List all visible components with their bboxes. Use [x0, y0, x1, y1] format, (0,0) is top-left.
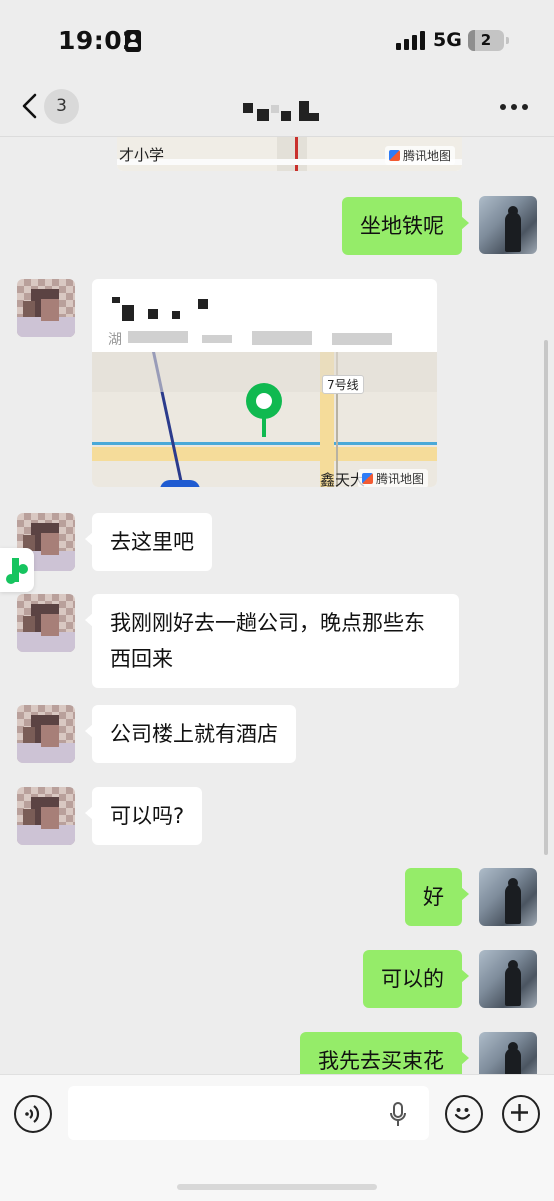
more-options-icon[interactable]: [500, 104, 528, 112]
signal-strength-icon: [396, 30, 426, 50]
back-chevron-icon[interactable]: [18, 92, 42, 120]
smiley-icon: [454, 1108, 471, 1120]
location-address: 湖: [108, 332, 122, 348]
location-map-watermark: 腾讯地图: [358, 469, 429, 487]
message-bubble-incoming[interactable]: 公司楼上就有酒店: [85, 705, 296, 763]
my-avatar[interactable]: [479, 1032, 537, 1074]
contact-avatar[interactable]: [17, 594, 75, 652]
battery-level: 2: [480, 31, 492, 49]
chat-header: 3: [0, 80, 554, 137]
map-place-label: 才小学: [119, 146, 165, 164]
message-bubble-incoming[interactable]: 可以吗?: [84, 787, 203, 845]
message-bubble-outgoing[interactable]: 可以的: [363, 950, 469, 1008]
tencent-map-logo-icon: [362, 473, 373, 484]
message-bubble-incoming[interactable]: 去这里吧: [85, 513, 212, 571]
location-map-watermark-text: 腾讯地图: [376, 472, 425, 486]
battery-icon: 2: [468, 30, 504, 51]
floating-music-tab[interactable]: [0, 548, 34, 592]
map-watermark-text: 腾讯地图: [403, 149, 452, 163]
home-indicator[interactable]: [177, 1184, 377, 1190]
scrollbar[interactable]: [544, 340, 548, 855]
location-pin-icon: [246, 383, 282, 439]
unread-count-badge[interactable]: 3: [44, 89, 79, 124]
tencent-map-logo-icon: [389, 150, 400, 161]
contact-avatar[interactable]: [17, 705, 75, 763]
location-message-card[interactable]: 湖 7号线 鑫天大 腾讯地图: [92, 279, 437, 487]
input-bar: [0, 1074, 554, 1201]
metro-line-label: 7号线: [322, 375, 364, 394]
my-avatar[interactable]: [479, 196, 537, 254]
message-bubble-outgoing[interactable]: 好: [405, 868, 469, 926]
contact-card-icon: [125, 30, 141, 52]
contact-avatar[interactable]: [17, 279, 75, 337]
message-list[interactable]: 才小学 腾讯地图 坐地铁呢 湖 7号线 鑫天大 腾讯地图 去这里吧 我刚刚好去一…: [0, 137, 554, 1074]
network-type: 5G: [433, 29, 462, 51]
voice-input-button[interactable]: [14, 1095, 52, 1133]
message-bubble-outgoing[interactable]: 坐地铁呢: [342, 197, 469, 255]
my-avatar[interactable]: [479, 950, 537, 1008]
chat-title-redacted: [243, 101, 323, 121]
battery-cap: [506, 37, 509, 44]
more-actions-button[interactable]: [502, 1095, 540, 1133]
message-input[interactable]: [68, 1086, 429, 1140]
previous-map-card[interactable]: 才小学 腾讯地图: [117, 137, 462, 171]
status-bar: 19:02 5G 2: [0, 0, 554, 80]
my-avatar[interactable]: [479, 868, 537, 926]
voice-wave-icon: [25, 1105, 40, 1123]
map-watermark: 腾讯地图: [385, 146, 456, 165]
plus-icon: [511, 1104, 528, 1121]
emoji-button[interactable]: [445, 1095, 483, 1133]
message-bubble-incoming[interactable]: 我刚刚好去一趟公司，晚点那些东西回来: [85, 594, 459, 688]
message-bubble-outgoing[interactable]: 我先去买束花: [300, 1032, 469, 1074]
contact-avatar[interactable]: [17, 787, 75, 845]
microphone-icon[interactable]: [388, 1101, 408, 1129]
